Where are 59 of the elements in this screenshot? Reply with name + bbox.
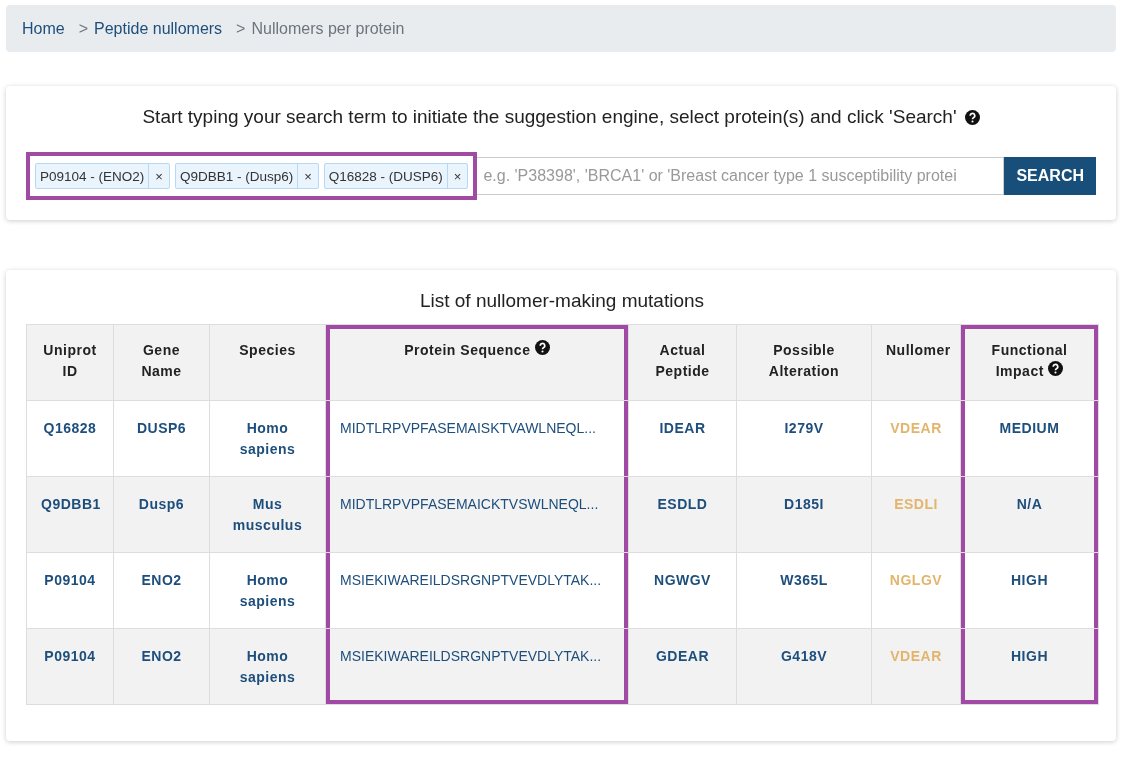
table-cell: ESDLI xyxy=(872,477,961,553)
column-header: Nullomer xyxy=(872,325,961,401)
help-icon[interactable] xyxy=(534,340,550,355)
table-cell: Q9DBB1 xyxy=(27,477,114,553)
remove-tag-button[interactable]: × xyxy=(446,164,468,188)
search-button[interactable]: SEARCH xyxy=(1004,157,1096,195)
help-icon[interactable] xyxy=(964,109,980,125)
table-cell: MSIEKIWAREILDSRGNPTVEVDLYTAK... xyxy=(326,629,629,705)
table-cell: I279V xyxy=(737,401,872,477)
remove-tag-button[interactable]: × xyxy=(297,164,318,188)
column-header: Possible Alteration xyxy=(737,325,872,401)
help-icon[interactable] xyxy=(1048,361,1064,376)
table-cell: Homo sapiens xyxy=(210,629,326,705)
tag-label: P09104 - (ENO2) xyxy=(39,168,146,184)
table-cell: Dusp6 xyxy=(114,477,210,553)
tag-label: Q16828 - (DUSP6) xyxy=(327,168,444,184)
tag-label: Q9DBB1 - (Dusp6) xyxy=(178,168,295,184)
breadcrumb-separator: > xyxy=(236,19,246,37)
tag-input[interactable]: P09104 - (ENO2) × Q9DBB1 - (Dusp6) × Q16828 - (DUSP6) × xyxy=(26,152,478,200)
table-cell: N/A xyxy=(961,477,1099,553)
table-cell: HIGH xyxy=(961,629,1099,705)
table-cell: W365L xyxy=(737,553,872,629)
table-cell: DUSP6 xyxy=(114,401,210,477)
table-cell: HIGH xyxy=(961,553,1099,629)
breadcrumb-separator: > xyxy=(78,19,89,37)
table-cell: IDEAR xyxy=(629,401,737,477)
breadcrumb-link[interactable]: Home xyxy=(22,19,65,37)
table-cell: D185I xyxy=(737,477,872,553)
table-cell: Homo sapiens xyxy=(210,553,326,629)
column-header: Protein Sequence xyxy=(326,325,629,401)
table-cell: Homo sapiens xyxy=(210,401,326,477)
table-cell: VDEAR xyxy=(872,401,961,477)
search-field[interactable]: e.g. 'P38398', 'BRCA1' or 'Breast cancer type 1 susceptibility protei xyxy=(477,157,1005,195)
table-cell: GDEAR xyxy=(629,629,737,705)
table-cell: ENO2 xyxy=(114,629,210,705)
table-cell: ENO2 xyxy=(114,553,210,629)
column-header: Species xyxy=(210,325,326,401)
breadcrumb-link[interactable]: Peptide nullomers xyxy=(94,19,223,37)
remove-tag-button[interactable]: × xyxy=(148,164,169,188)
table-cell: Q16828 xyxy=(27,401,114,477)
search-instructions: Start typing your search term to initiate the suggestion engine, select protein(s) and click 'Search' xyxy=(142,106,957,128)
column-header: Gene Name xyxy=(114,325,210,401)
table-cell: P09104 xyxy=(27,629,114,705)
table-cell: NGWGV xyxy=(629,553,737,629)
table-cell: MIDTLRPVPFASEMAISKTVAWLNEQL... xyxy=(326,401,629,477)
table-cell: MIDTLRPVPFASEMAICKTVSWLNEQL... xyxy=(326,477,629,553)
table-cell: ESDLD xyxy=(629,477,737,553)
table-cell: P09104 xyxy=(27,553,114,629)
column-header: Uniprot ID xyxy=(27,325,114,401)
table-cell: NGLGV xyxy=(872,553,961,629)
table-cell: G418V xyxy=(737,629,872,705)
column-header: Functional Impact xyxy=(961,325,1099,401)
table-cell: MSIEKIWAREILDSRGNPTVEVDLYTAK... xyxy=(326,553,629,629)
table-cell: MEDIUM xyxy=(961,401,1099,477)
table-cell: Mus musculus xyxy=(210,477,326,553)
column-header: Actual Peptide xyxy=(629,325,737,401)
table-cell: VDEAR xyxy=(872,629,961,705)
table-title: List of nullomer-making mutations xyxy=(418,290,706,312)
breadcrumb-link[interactable]: Nullomers per protein xyxy=(251,19,405,37)
